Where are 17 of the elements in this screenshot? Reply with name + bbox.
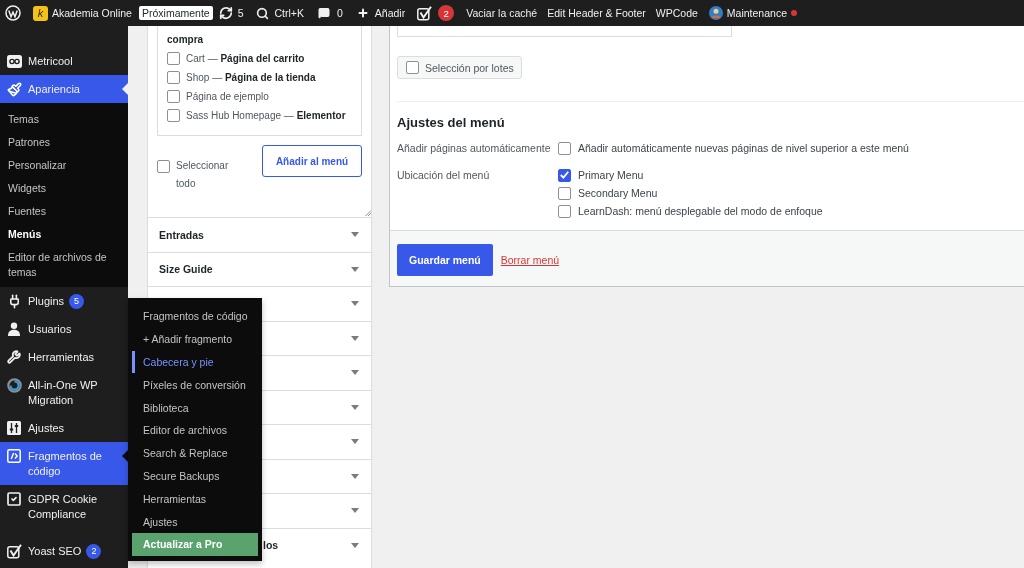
checkbox-label: Seleccionar todo (176, 159, 230, 191)
count-badge: 5 (69, 293, 85, 309)
count-badge: 2 (86, 543, 102, 559)
setting-label: Añadir páginas automáticamente (397, 141, 551, 156)
item-label: Página de ejemplo (186, 90, 269, 102)
option-label: Secondary Menu (578, 187, 658, 199)
section-heading: Ajustes del menú (397, 114, 506, 132)
item-label: Shop — Página de la tienda (186, 71, 316, 83)
setting-label: Ubicación del menú (397, 168, 490, 183)
option-label: Primary Menu (578, 169, 644, 181)
count-badge: 2 (438, 5, 455, 21)
item-label: Cart — Página del carrito (186, 52, 305, 64)
item-label: Sass Hub Homepage — Elementor (186, 109, 346, 121)
site-logo: k (33, 5, 48, 21)
option-label: Añadir automáticamente nuevas páginas de nivel superior a este menú (578, 142, 909, 154)
option-label: LearnDash: menú desplegable del modo de enfoque (578, 205, 823, 217)
item-label: compra (167, 32, 205, 47)
